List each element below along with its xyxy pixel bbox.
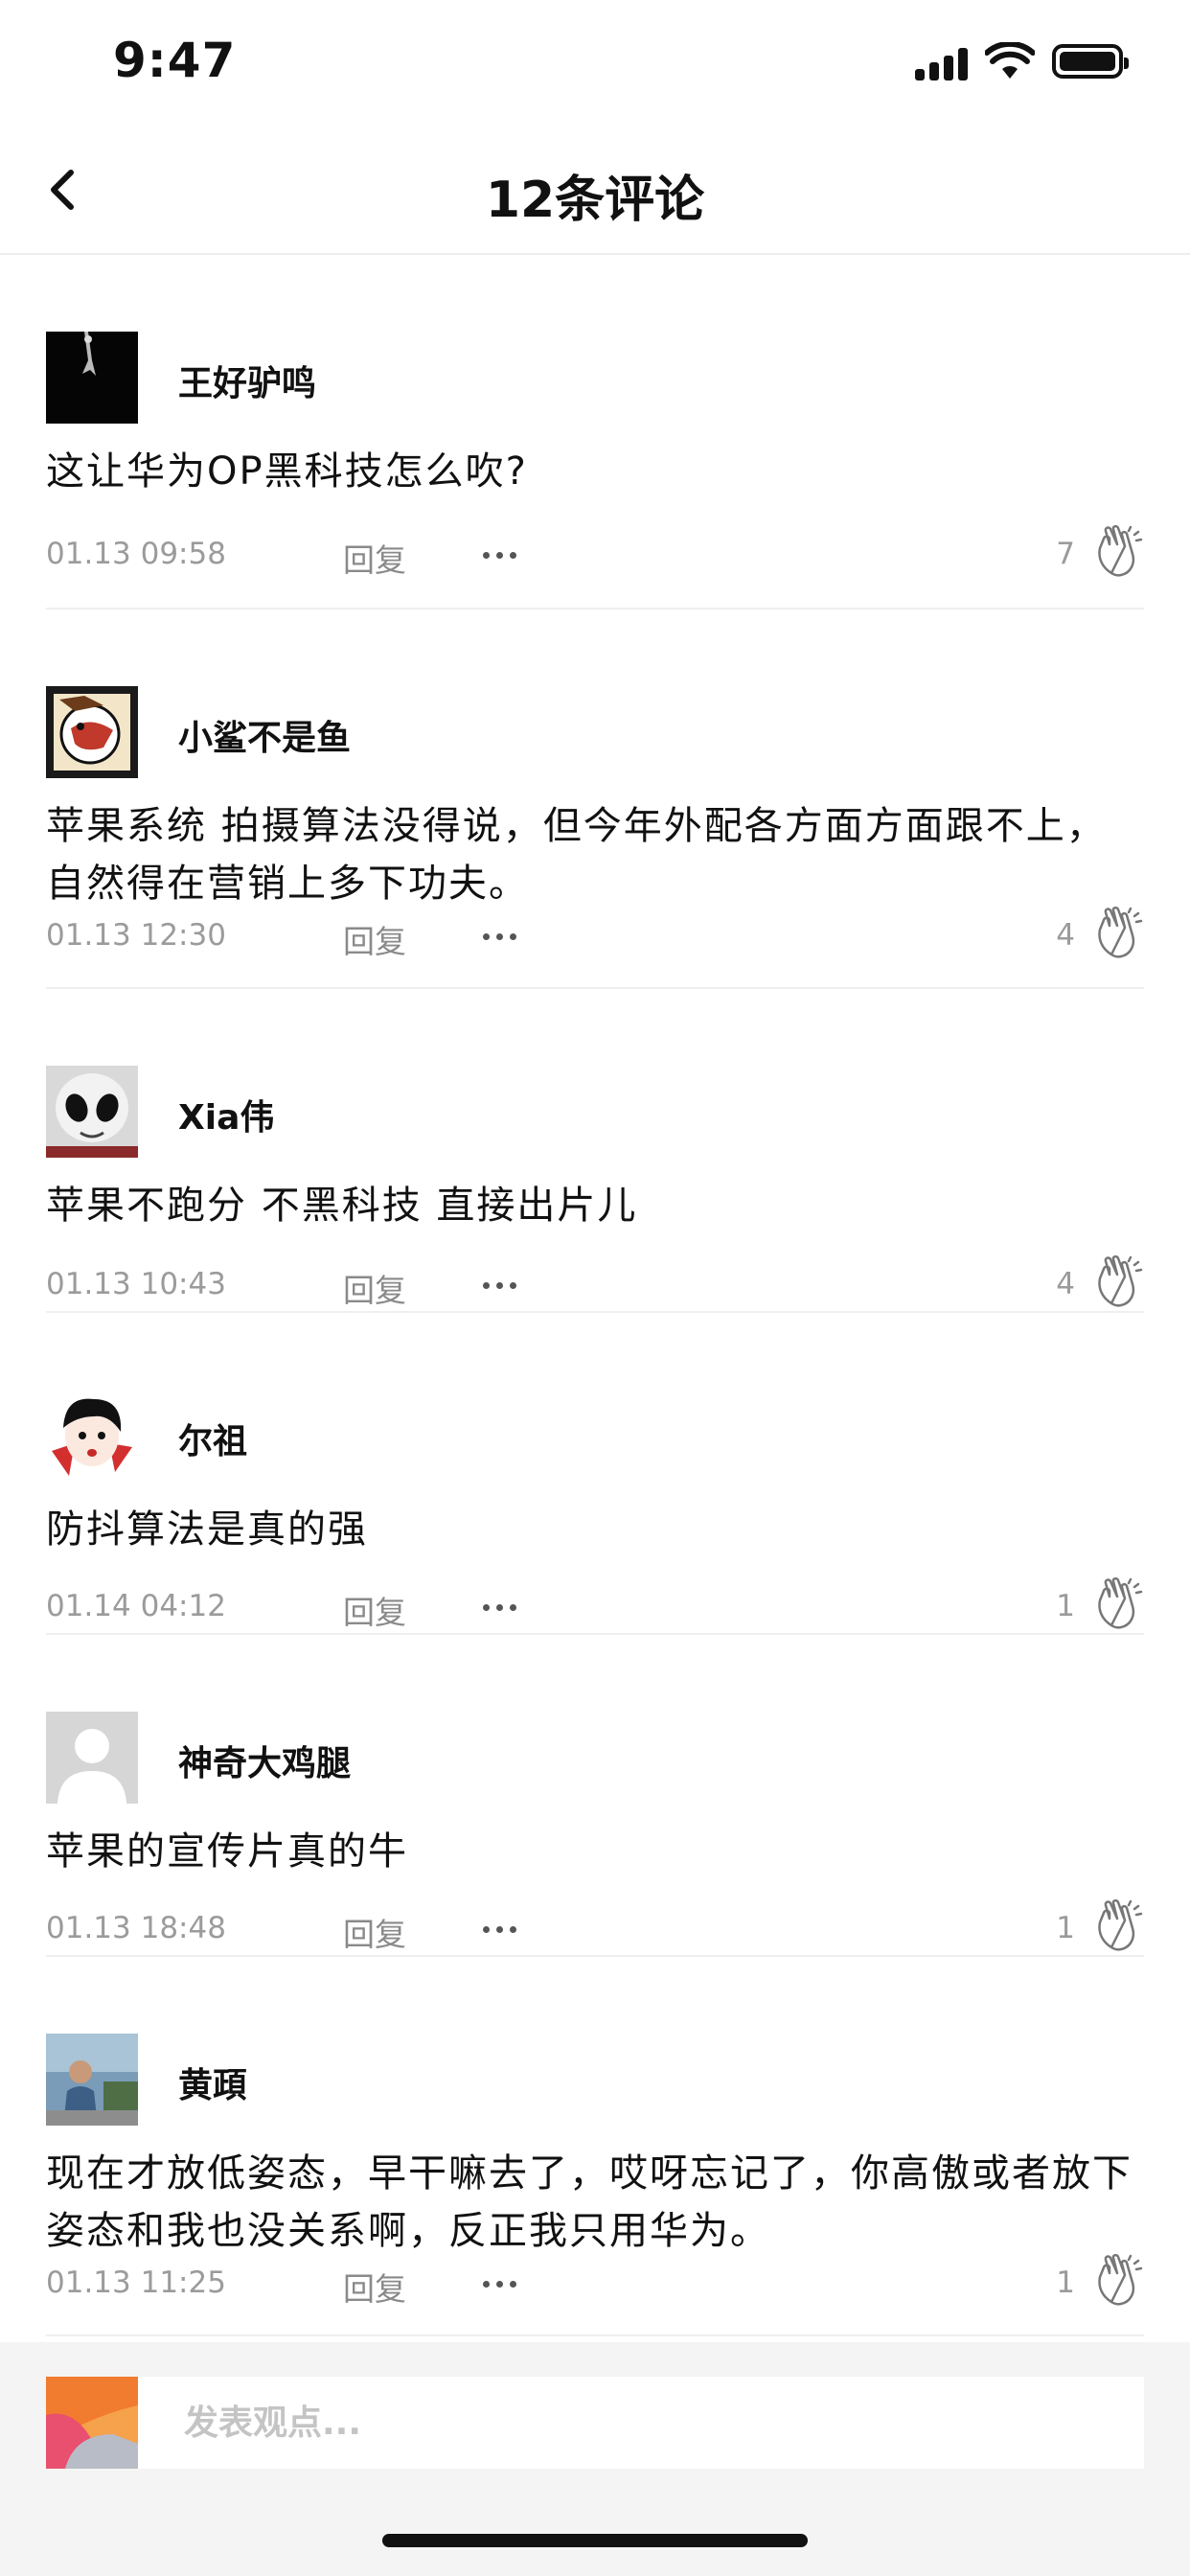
reply-button[interactable]: 回复 (343, 1587, 406, 1633)
comment-time: 01.13 11:25 (46, 2266, 226, 2300)
comment-time: 01.14 04:12 (46, 1589, 226, 1623)
comment-meta: 01.13 11:25 回复 1 (46, 2254, 1144, 2310)
reply-button[interactable]: 回复 (343, 2264, 406, 2310)
comment-text: 苹果的宣传片真的牛 (46, 1829, 408, 1874)
clap-hands-icon[interactable] (1092, 1255, 1144, 1309)
comment-item: Xia伟 苹果不跑分 不黑科技 直接出片儿 01.13 10:43 回复 4 (46, 989, 1144, 1313)
comment-meta: 01.13 12:30 回复 4 (46, 907, 1144, 962)
comment-item: 尔祖 防抖算法是真的强 01.14 04:12 回复 1 (46, 1313, 1144, 1635)
reply-button[interactable]: 回复 (343, 1265, 406, 1311)
cellular-signal-icon (915, 48, 969, 80)
wifi-icon (985, 42, 1035, 79)
comment-input[interactable] (138, 2377, 1144, 2469)
comment-meta: 01.13 09:58 回复 7 (46, 525, 1144, 581)
avatar[interactable] (46, 332, 138, 424)
battery-icon (1052, 44, 1129, 79)
like-count: 4 (1056, 918, 1075, 953)
page-title: 12条评论 (485, 172, 705, 229)
avatar[interactable] (46, 686, 138, 778)
comment-time: 01.13 12:30 (46, 918, 226, 953)
clap-hands-icon[interactable] (1092, 1577, 1144, 1631)
status-time: 9:47 (113, 33, 237, 88)
comment-username[interactable]: 尔祖 (178, 1414, 247, 1463)
like-count: 1 (1056, 2266, 1075, 2300)
avatar[interactable] (46, 1390, 138, 1482)
comment-meta: 01.13 10:43 回复 4 (46, 1255, 1144, 1311)
comment-username[interactable]: Xia伟 (178, 1090, 274, 1139)
avatar[interactable] (46, 1066, 138, 1158)
comment-list[interactable]: 王好驴鸣 这让华为OP黑科技怎么吹? 01.13 09:58 回复 7 小鲨不是… (0, 255, 1190, 2342)
clap-hands-icon[interactable] (1092, 1899, 1144, 1953)
clap-hands-icon[interactable] (1092, 525, 1144, 579)
more-dots-icon[interactable] (483, 552, 517, 560)
like-count: 1 (1056, 1589, 1075, 1623)
more-dots-icon[interactable] (483, 2281, 517, 2288)
comment-meta: 01.13 18:48 回复 1 (46, 1899, 1144, 1955)
compose-bar (0, 2342, 1190, 2576)
more-dots-icon[interactable] (483, 1604, 517, 1612)
comment-text: 这让华为OP黑科技怎么吹? (46, 449, 528, 494)
more-dots-icon[interactable] (483, 933, 517, 941)
nav-bar: 12条评论 (0, 126, 1190, 255)
comment-text: 苹果系统 拍摄算法没得说，但今年外配各方面方面跟不上，自然得在营销上多下功夫。 (46, 804, 1107, 906)
comment-item: 王好驴鸣 这让华为OP黑科技怎么吹? 01.13 09:58 回复 7 (46, 255, 1144, 610)
more-dots-icon[interactable] (483, 1926, 517, 1934)
reply-button[interactable]: 回复 (343, 916, 406, 962)
avatar[interactable] (46, 2034, 138, 2126)
like-count: 1 (1056, 1911, 1075, 1945)
comment-time: 01.13 10:43 (46, 1267, 226, 1301)
my-avatar[interactable] (46, 2377, 138, 2469)
comment-username[interactable]: 王好驴鸣 (178, 356, 316, 405)
comment-item: 神奇大鸡腿 苹果的宣传片真的牛 01.13 18:48 回复 1 (46, 1635, 1144, 1957)
comment-time: 01.13 18:48 (46, 1911, 226, 1945)
like-count: 7 (1056, 537, 1075, 571)
comment-item: 黄頙 现在才放低姿态，早干嘛去了，哎呀忘记了，你高傲或者放下姿态和我也没关系啊，… (46, 1957, 1144, 2336)
comment-username[interactable]: 小鲨不是鱼 (178, 710, 351, 760)
comment-text: 防抖算法是真的强 (46, 1507, 368, 1552)
status-bar: 9:47 (0, 0, 1190, 126)
comment-time: 01.13 09:58 (46, 537, 226, 571)
home-indicator[interactable] (382, 2534, 808, 2547)
more-dots-icon[interactable] (483, 1282, 517, 1290)
clap-hands-icon[interactable] (1092, 907, 1144, 960)
reply-button[interactable]: 回复 (343, 535, 406, 581)
comment-text: 现在才放低姿态，早干嘛去了，哎呀忘记了，你高傲或者放下姿态和我也没关系啊，反正我… (46, 2151, 1133, 2253)
comment-username[interactable]: 黄頙 (178, 2058, 247, 2107)
like-count: 4 (1056, 1267, 1075, 1301)
reply-button[interactable]: 回复 (343, 1909, 406, 1955)
comment-username[interactable]: 神奇大鸡腿 (178, 1736, 351, 1785)
clap-hands-icon[interactable] (1092, 2254, 1144, 2308)
comment-meta: 01.14 04:12 回复 1 (46, 1577, 1144, 1633)
avatar[interactable] (46, 1712, 138, 1804)
comment-text: 苹果不跑分 不黑科技 直接出片儿 (46, 1184, 638, 1228)
comment-item: 小鲨不是鱼 苹果系统 拍摄算法没得说，但今年外配各方面方面跟不上，自然得在营销上… (46, 610, 1144, 989)
